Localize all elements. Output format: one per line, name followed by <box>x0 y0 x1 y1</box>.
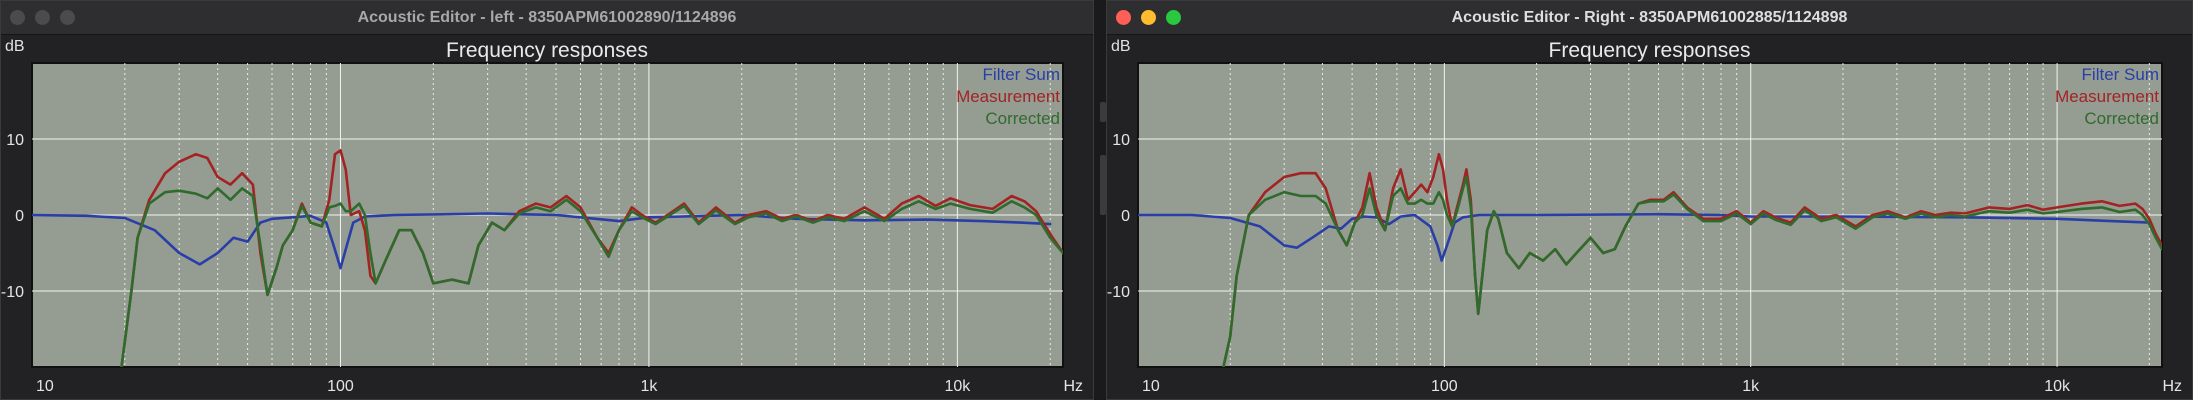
y-tick-label: 10 <box>1112 132 1130 149</box>
frequency-response-chart[interactable]: 10 100 1k 10k100-10HzFilter SumMeasurementC… <box>1107 35 2192 400</box>
x-tick-label: 10k <box>944 378 971 395</box>
y-tick-label: 0 <box>1121 208 1130 225</box>
x-tick-label: 10k <box>2044 378 2071 395</box>
window-title: Acoustic Editor - Right - 8350APM6100288… <box>1451 9 1848 26</box>
x-tick-label: 10 <box>36 378 54 395</box>
y-tick-label: -10 <box>1107 284 1130 301</box>
y-tick-label: -10 <box>1 284 24 301</box>
title-bar[interactable]: Acoustic Editor - Right - 8350APM6100288… <box>1107 1 2192 35</box>
frequency-response-chart[interactable]: 10 100 1k 10k100-10HzFilter SumMeasurementC… <box>1 35 1093 400</box>
window-gap <box>1094 0 1106 400</box>
legend-entry: Measurement <box>956 87 1060 106</box>
window-title: Acoustic Editor - left - 8350APM61002890… <box>357 9 737 26</box>
x-tick-label: 10 <box>1142 378 1160 395</box>
x-unit-label: Hz <box>1063 378 1083 395</box>
legend-entry: Measurement <box>2055 87 2159 106</box>
legend-entry: Corrected <box>2084 109 2159 128</box>
x-unit-label: Hz <box>2162 378 2182 395</box>
legend-entry: Filter Sum <box>983 65 1060 84</box>
y-tick-label: 10 <box>6 132 24 149</box>
frequency-response-panel: Frequency responses dB 10 100 1k 10k 10 0 -10 H… <box>1107 35 2192 399</box>
x-tick-label: 1k <box>640 378 658 395</box>
title-bar[interactable]: Acoustic Editor - left - 8350APM61002890… <box>1 1 1093 35</box>
acoustic-editor-window-left: Acoustic Editor - left - 8350APM61002890… <box>0 0 1094 400</box>
frequency-response-panel: Frequency responses dB 10 100 1k 10k 10 0 -10 H… <box>1 35 1093 399</box>
legend-entry: Corrected <box>985 109 1060 128</box>
x-tick-label: 100 <box>1431 378 1458 395</box>
x-tick-label: 100 <box>327 378 354 395</box>
x-tick-label: 1k <box>1742 378 1760 395</box>
acoustic-editor-window-right: Acoustic Editor - Right - 8350APM6100288… <box>1106 0 2193 400</box>
y-tick-label: 0 <box>15 208 24 225</box>
legend-entry: Filter Sum <box>2082 65 2159 84</box>
